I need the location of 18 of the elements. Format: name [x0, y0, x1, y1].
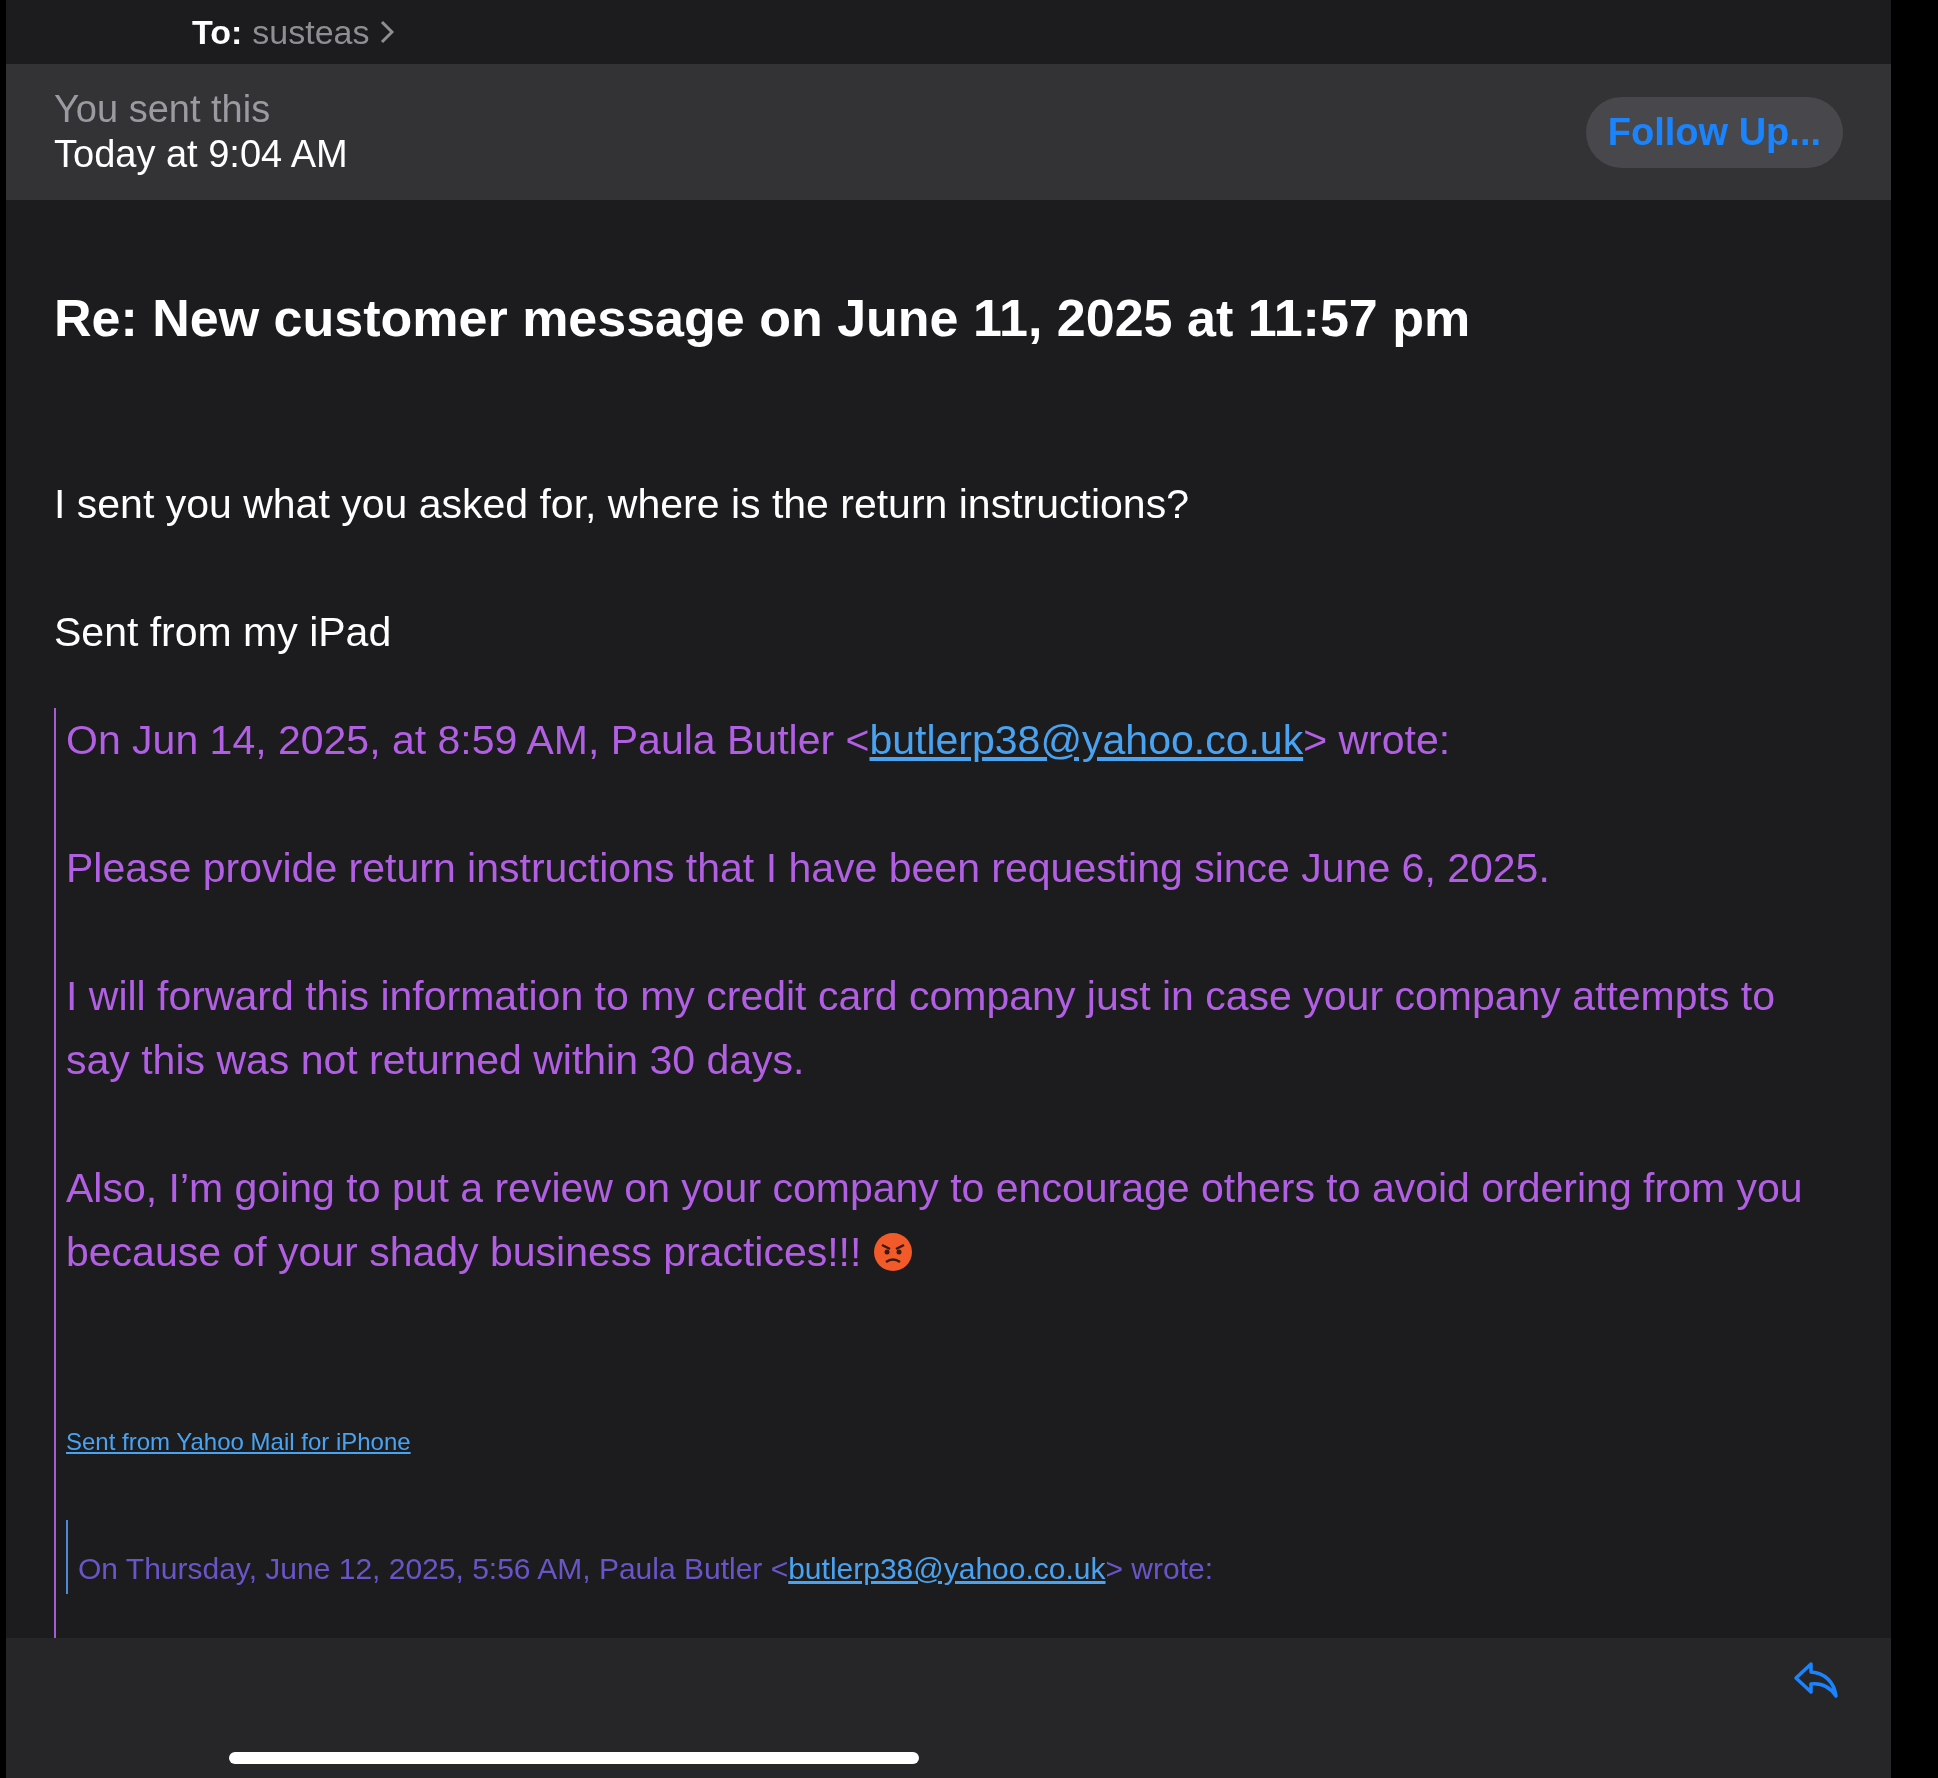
quoted-paragraph: Also, I’m going to put a review on your company to encourage others to avoid ordering from you because of your shady business practices!!! — [66, 1164, 1804, 1277]
angry-face-icon — [872, 1232, 913, 1272]
recipient-label: To: — [192, 12, 243, 52]
sent-date: Today at 9:04 AM — [54, 133, 348, 176]
quote-attribution: On Jun 14, 2025, at 8:59 AM, Paula Butler <butlerp38@yahoo.co.uk> wrote: — [66, 716, 1452, 765]
email-link[interactable]: butlerp38@yahoo.co.uk — [869, 717, 1304, 763]
recipient-link[interactable]: susteas — [252, 12, 370, 52]
body-text: Sent from my iPad — [54, 608, 393, 657]
quoted-paragraph: I will forward this information to my credit card company just in case your company attempts to say this was not returned within 30 days. — [66, 972, 1776, 1085]
reply-icon[interactable] — [1793, 1660, 1839, 1700]
quoted-paragraph: Please provide return instructions that I have been requesting since June 6, 2025. — [66, 844, 1551, 893]
sent-status: You sent this — [54, 88, 272, 131]
email-link[interactable]: butlerp38@yahoo.co.uk — [788, 1552, 1106, 1585]
signature-link[interactable]: Sent from Yahoo Mail for iPhone — [66, 1428, 411, 1456]
chevron-icon — [379, 20, 394, 44]
body-text: I sent you what you asked for, where is the return instructions? — [54, 480, 1190, 529]
email-subject: Re: New customer message on June 11, 2025 at 11:57 pm — [54, 288, 1472, 348]
nested-quote-attribution: On Thursday, June 12, 2025, 5:56 AM, Paula Butler <butlerp38@yahoo.co.uk> wrote: — [78, 1551, 1215, 1587]
